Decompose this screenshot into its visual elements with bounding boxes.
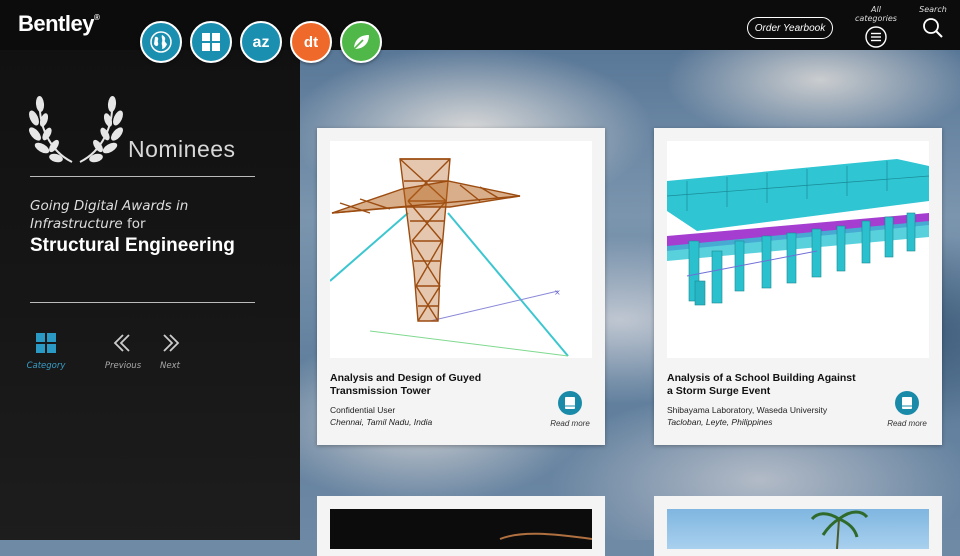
award-for: for — [122, 216, 146, 232]
card-organization: Confidential User — [330, 405, 396, 415]
category-sidebar: Nominees Going Digital Awards in Infrast… — [0, 50, 300, 540]
globe-icon — [150, 31, 172, 53]
svg-text:×: × — [554, 288, 561, 297]
logo-text: Bentley — [18, 11, 94, 36]
svg-text:az: az — [253, 34, 270, 51]
award-line-2: Infrastructure — [30, 216, 123, 232]
hamburger-menu-icon — [865, 26, 887, 48]
search-icon — [923, 18, 943, 38]
nominee-image — [667, 509, 929, 549]
card-organization: Shibayama Laboratory, Waseda University — [667, 405, 828, 415]
laurel-wreath-icon — [29, 96, 123, 163]
read-more-label: Read more — [550, 419, 590, 428]
divider-top — [30, 176, 255, 177]
category-nav-label: Category — [26, 361, 66, 371]
grid-category-button[interactable] — [190, 21, 232, 63]
logo-mark: ® — [93, 13, 100, 22]
category-icon-bar: az dt — [140, 21, 382, 63]
digital-twin-icon: dt — [304, 34, 318, 51]
read-more-label: Read more — [887, 419, 927, 428]
digital-twin-category-button[interactable]: dt — [290, 21, 332, 63]
leaf-icon — [353, 35, 369, 50]
double-chevron-left-icon — [113, 334, 130, 352]
school-building-model-image — [667, 141, 929, 358]
book-icon — [895, 391, 919, 415]
divider-bottom — [30, 302, 255, 303]
next-nav-button[interactable]: Next — [154, 332, 186, 371]
search-button[interactable]: Search — [915, 5, 951, 44]
double-chevron-right-icon — [163, 334, 180, 352]
card-title[interactable]: Analysis of a School Building Against a … — [667, 372, 857, 398]
all-categories-menu[interactable]: All categories — [850, 5, 902, 53]
all-categories-label: All categories — [855, 5, 897, 23]
card-location: Tacloban, Leyte, Philippines — [667, 417, 773, 427]
search-label: Search — [919, 5, 947, 14]
read-more-button[interactable]: Read more — [550, 391, 590, 428]
svg-text:dt: dt — [304, 34, 318, 51]
read-more-button[interactable]: Read more — [887, 391, 927, 428]
card-location: Chennai, Tamil Nadu, India — [330, 417, 433, 427]
nominee-card[interactable] — [654, 496, 942, 556]
previous-nav-label: Previous — [104, 361, 142, 371]
globe-category-button[interactable] — [140, 21, 182, 63]
previous-nav-button[interactable]: Previous — [104, 332, 142, 371]
grid-icon — [36, 333, 56, 353]
grid-icon — [202, 33, 220, 51]
award-line-1: Going Digital Awards in — [30, 198, 189, 214]
az-category-button[interactable]: az — [240, 21, 282, 63]
bentley-logo[interactable]: Bentley® — [18, 11, 100, 37]
book-icon — [558, 391, 582, 415]
nominee-card[interactable]: × Analysis and Design of Guyed Transmiss… — [317, 128, 605, 445]
nominee-card[interactable] — [317, 496, 605, 556]
transmission-tower-image: × — [330, 141, 592, 358]
category-nav-button[interactable]: Category — [26, 332, 66, 371]
order-yearbook-button[interactable]: Order Yearbook — [747, 17, 833, 39]
card-title[interactable]: Analysis and Design of Guyed Transmissio… — [330, 372, 520, 398]
nominee-card[interactable]: Analysis of a School Building Against a … — [654, 128, 942, 445]
award-name: Going Digital Awards in Infrastructure f… — [30, 197, 230, 233]
category-title: Structural Engineering — [30, 235, 235, 256]
nominee-image — [330, 509, 592, 549]
next-nav-label: Next — [160, 361, 180, 371]
az-icon: az — [253, 34, 270, 51]
leaf-category-button[interactable] — [340, 21, 382, 63]
nominees-heading: Nominees — [128, 136, 236, 162]
